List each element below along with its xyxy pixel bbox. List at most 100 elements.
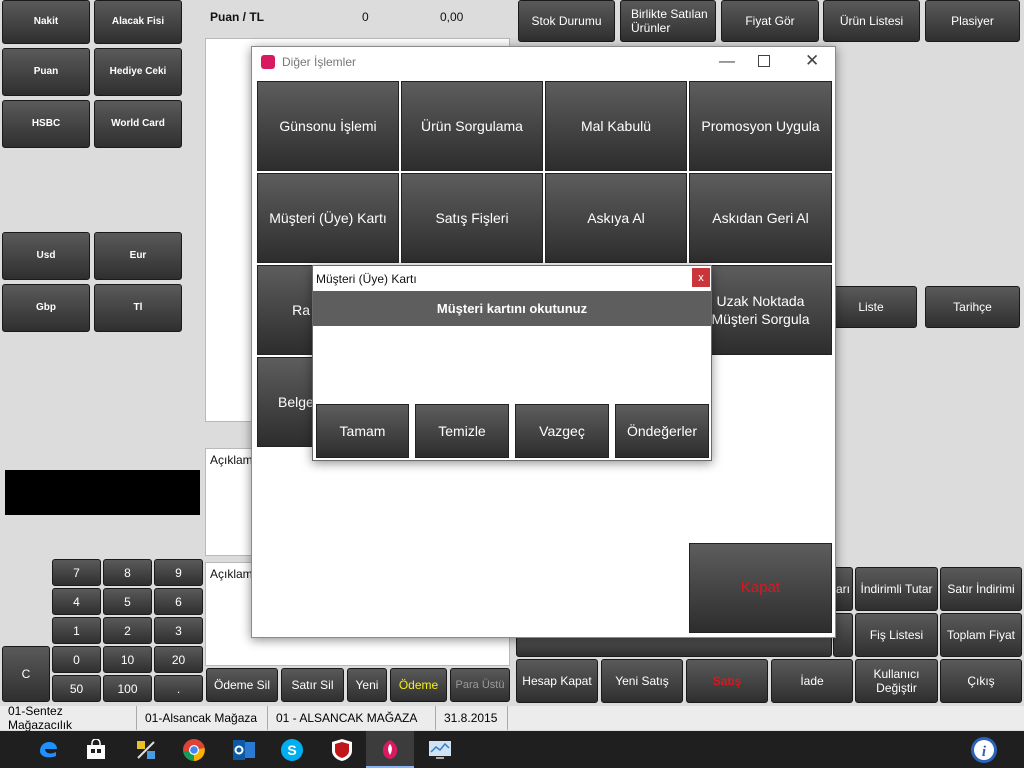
card-input-area[interactable]	[313, 326, 711, 404]
puan-button[interactable]: Puan	[2, 48, 90, 96]
numpad-9[interactable]: 9	[154, 559, 203, 586]
mal-kabulu-button[interactable]: Mal Kabulü	[545, 81, 687, 171]
help-icon[interactable]: i	[960, 731, 1008, 768]
kapat-button[interactable]: Kapat	[689, 543, 832, 633]
app-logo-icon	[261, 55, 275, 69]
numpad-3[interactable]: 3	[154, 617, 203, 644]
maximize-icon[interactable]	[758, 55, 770, 67]
satis-button[interactable]: Satış	[686, 659, 768, 703]
start-icon[interactable]	[0, 731, 10, 768]
description-label-1: Açıklam	[210, 453, 253, 467]
promosyon-uygula-button[interactable]: Promosyon Uygula	[689, 81, 832, 171]
outlook-icon[interactable]	[220, 731, 268, 768]
hesap-kapat-button[interactable]: Hesap Kapat	[516, 659, 598, 703]
kullanici-degistir-button[interactable]: Kullanıcı Değiştir	[855, 659, 938, 703]
usd-button[interactable]: Usd	[2, 232, 90, 280]
partial-row2-button[interactable]	[833, 613, 853, 657]
member-card-dialog: Müşteri (Üye) Kartı x Müşteri kartını ok…	[312, 265, 712, 461]
status-location: 01 - ALSANCAK MAĞAZA	[268, 706, 436, 730]
temizle-button[interactable]: Temizle	[415, 404, 509, 458]
vazgec-button[interactable]: Vazgeç	[515, 404, 609, 458]
hediye-ceki-button[interactable]: Hediye Ceki	[94, 48, 182, 96]
odeme-sil-button[interactable]: Ödeme Sil	[206, 668, 278, 702]
nakit-button[interactable]: Nakit	[2, 0, 90, 44]
numpad-100[interactable]: 100	[103, 675, 152, 702]
gbp-button[interactable]: Gbp	[2, 284, 90, 332]
status-date: 31.8.2015	[436, 706, 508, 730]
stok-durumu-button[interactable]: Stok Durumu	[518, 0, 615, 42]
member-dialog-title: Müşteri (Üye) Kartı	[316, 272, 417, 286]
points-amount: 0,00	[440, 10, 464, 24]
eur-button[interactable]: Eur	[94, 232, 182, 280]
toplam-fiyat-button[interactable]: Toplam Fiyat	[940, 613, 1022, 657]
alacak-fisi-button[interactable]: Alacak Fisi	[94, 0, 182, 44]
cikis-button[interactable]: Çıkış	[940, 659, 1022, 703]
para-ustu-button[interactable]: Para Üstü	[450, 668, 510, 702]
numpad-20[interactable]: 20	[154, 646, 203, 673]
tarihce-button[interactable]: Tarihçe	[925, 286, 1020, 328]
store-icon[interactable]	[72, 731, 120, 768]
gunsonu-islemi-button[interactable]: Günsonu İşlemi	[257, 81, 399, 171]
display-box	[5, 470, 200, 515]
askiya-al-button[interactable]: Askıya Al	[545, 173, 687, 263]
numpad-5[interactable]: 5	[103, 588, 152, 615]
numpad-50[interactable]: 50	[52, 675, 101, 702]
hsbc-button[interactable]: HSBC	[2, 100, 90, 148]
odeme-button[interactable]: Ödeme	[390, 668, 447, 702]
monitor-icon[interactable]	[416, 731, 464, 768]
status-company: 01-Sentez Mağazacılık	[0, 704, 137, 732]
tl-button[interactable]: Tl	[94, 284, 182, 332]
chrome-icon[interactable]	[170, 731, 218, 768]
numpad-clear[interactable]: C	[2, 646, 50, 702]
satir-indirimi-button[interactable]: Satır İndirimi	[940, 567, 1022, 611]
numpad-2[interactable]: 2	[103, 617, 152, 644]
partial-ari-button[interactable]: arı	[833, 567, 853, 611]
edge-icon[interactable]	[24, 731, 72, 768]
ondegerler-button[interactable]: Öndeğerler	[615, 404, 709, 458]
numpad-10[interactable]: 10	[103, 646, 152, 673]
satir-sil-button[interactable]: Satır Sil	[281, 668, 344, 702]
askidan-geri-al-button[interactable]: Askıdan Geri Al	[689, 173, 832, 263]
points-count: 0	[362, 10, 369, 24]
member-dialog-header: Müşteri kartını okutunuz	[313, 291, 711, 326]
svg-text:S: S	[287, 742, 296, 758]
status-bar-filler	[508, 706, 1024, 730]
skype-icon[interactable]: S	[268, 731, 316, 768]
numpad-7[interactable]: 7	[52, 559, 101, 586]
fiyat-gor-button[interactable]: Fiyat Gör	[721, 0, 819, 42]
hidden-row2-left[interactable]	[516, 635, 832, 657]
yeni-button[interactable]: Yeni	[347, 668, 387, 702]
numpad-4[interactable]: 4	[52, 588, 101, 615]
indirimli-tutar-button[interactable]: İndirimli Tutar	[855, 567, 938, 611]
numpad-0[interactable]: 0	[52, 646, 101, 673]
plasiyer-button[interactable]: Plasiyer	[925, 0, 1020, 42]
numpad-8[interactable]: 8	[103, 559, 152, 586]
iade-button[interactable]: İade	[771, 659, 853, 703]
fis-listesi-button[interactable]: Fiş Listesi	[855, 613, 938, 657]
member-dialog-titlebar: Müşteri (Üye) Kartı x	[313, 266, 711, 291]
other-ops-title: Diğer İşlemler	[282, 55, 357, 69]
satis-fisleri-button[interactable]: Satış Fişleri	[401, 173, 543, 263]
birlikte-satilan-button[interactable]: Birlikte Satılan Ürünler	[620, 0, 716, 42]
taskbar: S i	[0, 731, 1024, 768]
minimize-icon[interactable]: —	[717, 53, 737, 71]
tools-icon[interactable]	[122, 731, 170, 768]
musteri-karti-button[interactable]: Müşteri (Üye) Kartı	[257, 173, 399, 263]
app-icon[interactable]	[366, 731, 414, 768]
yeni-satis-button[interactable]: Yeni Satış	[601, 659, 683, 703]
mcafee-icon[interactable]	[318, 731, 366, 768]
window-close-icon[interactable]: ✕	[805, 51, 819, 71]
world-card-button[interactable]: World Card	[94, 100, 182, 148]
status-store: 01-Alsancak Mağaza	[137, 706, 268, 730]
member-dialog-close-button[interactable]: x	[692, 268, 710, 287]
description-label-2: Açıklam	[210, 567, 253, 581]
points-label: Puan / TL	[210, 10, 264, 24]
liste-button[interactable]: Liste	[825, 286, 917, 328]
urun-listesi-button[interactable]: Ürün Listesi	[823, 0, 920, 42]
numpad-1[interactable]: 1	[52, 617, 101, 644]
tamam-button[interactable]: Tamam	[316, 404, 409, 458]
numpad-dot[interactable]: .	[154, 675, 203, 702]
numpad-6[interactable]: 6	[154, 588, 203, 615]
other-ops-titlebar: Diğer İşlemler — ✕	[252, 47, 835, 77]
urun-sorgulama-button[interactable]: Ürün Sorgulama	[401, 81, 543, 171]
